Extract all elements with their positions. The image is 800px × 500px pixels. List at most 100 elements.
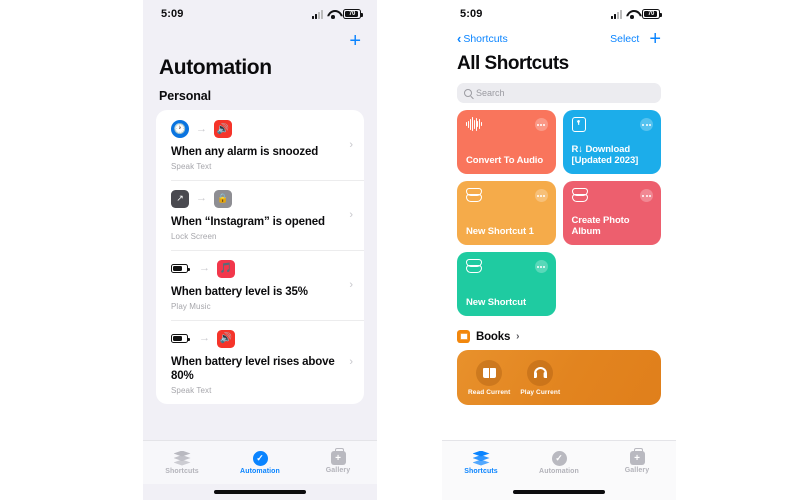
battery-icon: 70 [343, 9, 363, 19]
shortcut-glyph-icon [466, 188, 482, 203]
tile-more-button[interactable] [534, 189, 548, 202]
chevron-left-icon: ‹ [457, 31, 462, 46]
tab-label: Shortcuts [464, 467, 498, 475]
tab-gallery[interactable]: + Gallery [299, 448, 377, 474]
search-icon [464, 89, 472, 97]
search-input[interactable]: Search [457, 83, 661, 103]
shortcut-tile[interactable]: Convert To Audio [457, 110, 556, 174]
table-row[interactable]: 🕐 → 🔊 When any alarm is snoozed Speak Te… [156, 110, 364, 180]
tile-more-button[interactable] [534, 118, 548, 131]
arrow-icon: → [196, 122, 207, 135]
books-app-icon [457, 330, 470, 343]
gallery-bag-icon: + [629, 448, 645, 465]
shortcut-tile[interactable]: New Shortcut [457, 252, 556, 316]
table-row[interactable]: → 🔊 When battery level rises above 80% S… [156, 319, 364, 404]
status-time: 5:09 [460, 8, 483, 20]
battery-icon [171, 334, 190, 344]
shortcut-tile[interactable]: New Shortcut 1 [457, 181, 556, 245]
tab-automation[interactable]: ✓ Automation [520, 450, 598, 475]
arrow-icon: → [196, 192, 207, 205]
books-action-label: Play Current [520, 388, 561, 396]
shortcut-title: R↓ Download [Updated 2023] [571, 143, 639, 167]
tile-more-button[interactable] [640, 118, 653, 131]
waveform-icon [466, 117, 483, 131]
tile-more-button[interactable] [534, 260, 548, 273]
shortcuts-grid: Convert To Audio R↓ Download [Updated 20… [442, 103, 676, 316]
clock-icon: 🕐 [171, 120, 189, 138]
left-nav-row: + [143, 28, 377, 54]
tile-more-button[interactable] [640, 189, 653, 202]
home-indicator[interactable] [442, 484, 676, 500]
automation-subtitle: Play Music [171, 301, 211, 311]
status-bar-right: 5:09 70 [442, 0, 676, 28]
status-indicators: 70 [312, 9, 363, 19]
tab-label: Automation [240, 467, 280, 475]
screenshot-stage: 5:09 70 + Automation Personal 🕐 → 🔊 When… [0, 0, 800, 500]
books-section-header[interactable]: Books › [442, 316, 676, 343]
nav-actions: Select + [610, 29, 661, 49]
gallery-bag-icon: + [330, 448, 346, 465]
app-open-icon: ↗ [171, 189, 189, 208]
lock-icon: 🔒 [214, 189, 232, 208]
add-automation-button[interactable]: + [349, 31, 361, 51]
shortcut-tile[interactable]: Create Photo Album [562, 181, 661, 245]
shortcut-glyph-icon [571, 188, 588, 203]
shortcut-title: Create Photo Album [571, 214, 630, 238]
tab-bar-left: Shortcuts ✓ Automation + Gallery [143, 440, 377, 484]
chevron-right-icon: › [516, 331, 520, 342]
shortcut-title: New Shortcut 1 [466, 226, 534, 238]
table-row[interactable]: ↗ → 🔒 When “Instagram” is opened Lock Sc… [156, 179, 364, 250]
arrow-icon: → [199, 332, 210, 345]
back-label: Shortcuts [463, 33, 508, 45]
phone-left-automation-screen: 5:09 70 + Automation Personal 🕐 → 🔊 When… [143, 0, 377, 500]
add-shortcut-button[interactable]: + [649, 29, 661, 49]
tab-automation[interactable]: ✓ Automation [221, 450, 299, 475]
books-action-label: Read Current [468, 388, 511, 396]
automation-list: 🕐 → 🔊 When any alarm is snoozed Speak Te… [156, 110, 364, 404]
books-action-play[interactable]: Play Current [520, 359, 561, 396]
chevron-right-icon: › [349, 355, 353, 368]
status-bar-left: 5:09 70 [143, 0, 377, 28]
page-title: Automation [159, 56, 272, 79]
shortcut-glyph-icon [466, 259, 482, 274]
automation-subtitle: Speak Text [171, 385, 212, 395]
section-header-personal: Personal [159, 89, 212, 103]
tab-bar-right: Shortcuts ✓ Automation + Gallery [442, 440, 676, 484]
stack-icon [173, 450, 191, 466]
right-nav-row: ‹ Shortcuts Select + [442, 28, 676, 50]
status-time: 5:09 [161, 8, 184, 20]
speaker-icon: 🔊 [214, 120, 232, 138]
books-action-read[interactable]: Read Current [468, 359, 511, 396]
cellular-icon [611, 9, 622, 19]
table-row[interactable]: → 🎵 When battery level is 35% Play Music… [156, 249, 364, 320]
download-icon [571, 117, 586, 132]
headphones-icon [527, 359, 554, 386]
automation-icons: ↗ → 🔒 [171, 189, 338, 208]
books-widget[interactable]: Read Current Play Current [457, 350, 661, 405]
chevron-right-icon: › [349, 278, 353, 291]
automation-icons: 🕐 → 🔊 [171, 120, 338, 138]
shortcut-title: New Shortcut [466, 297, 527, 309]
wifi-icon [327, 10, 339, 19]
tab-label: Automation [539, 467, 579, 475]
wifi-icon [626, 10, 638, 19]
tab-shortcuts[interactable]: Shortcuts [143, 450, 221, 475]
automation-icons: → 🔊 [171, 329, 338, 348]
chevron-right-icon: › [349, 138, 353, 151]
home-indicator[interactable] [143, 484, 377, 500]
cellular-icon [312, 9, 323, 19]
automation-title: When battery level rises above 80% [171, 355, 335, 382]
battery-percent-label: 70 [647, 11, 655, 17]
arrow-icon: → [199, 262, 210, 275]
shortcut-title: Convert To Audio [466, 155, 544, 167]
page-title: All Shortcuts [457, 53, 569, 74]
back-button[interactable]: ‹ Shortcuts [457, 31, 508, 46]
select-button[interactable]: Select [610, 33, 639, 45]
phone-right-shortcuts-screen: 5:09 70 ‹ Shortcuts Select + All Shortcu… [442, 0, 676, 500]
automation-clock-icon: ✓ [551, 450, 567, 466]
shortcut-tile[interactable]: R↓ Download [Updated 2023] [562, 110, 661, 174]
tab-shortcuts[interactable]: Shortcuts [442, 450, 520, 475]
automation-title: When any alarm is snoozed [171, 146, 319, 158]
chevron-right-icon: › [349, 208, 353, 221]
tab-gallery[interactable]: + Gallery [598, 448, 676, 474]
